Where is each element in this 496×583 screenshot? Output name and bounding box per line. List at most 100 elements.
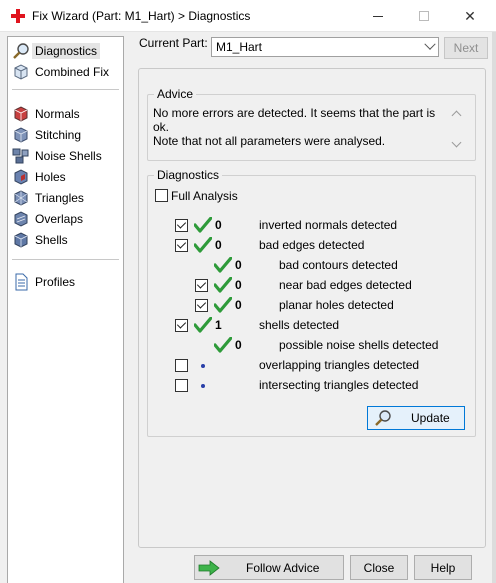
sidebar-item-label: Shells (35, 233, 68, 247)
next-button[interactable]: Next (444, 37, 488, 59)
green-check-icon (194, 217, 212, 233)
window-title: Fix Wizard (Part: M1_Hart) > Diagnostics (32, 9, 251, 23)
full-analysis-label: Full Analysis (171, 189, 238, 203)
checkmark-icon (176, 219, 187, 229)
noise-shells-label: possible noise shells detected (279, 338, 439, 352)
sidebar-item-shells[interactable]: Shells (12, 230, 122, 250)
green-check-icon (194, 237, 212, 253)
overlaps-cube-icon (14, 211, 28, 227)
close-button-label: Close (363, 560, 395, 575)
normals-cube-icon (14, 106, 28, 122)
green-check-icon (214, 257, 232, 273)
close-icon: ✕ (464, 7, 476, 24)
noise-shells-icon (12, 148, 29, 164)
bad-contours-count: 0 (235, 258, 242, 272)
follow-advice-label: Follow Advice (246, 560, 320, 575)
inverted-normals-label: inverted normals detected (259, 218, 398, 232)
green-check-icon (214, 337, 232, 353)
update-button-label: Update (411, 411, 450, 425)
advice-scrollbar[interactable] (450, 106, 464, 154)
help-button-label: Help (430, 560, 456, 575)
shells-label: shells detected (259, 318, 340, 332)
update-button[interactable]: Update (367, 406, 465, 430)
window-edge (492, 32, 496, 583)
sidebar-item-label: Diagnostics (32, 43, 101, 59)
near-bad-edges-count: 0 (235, 278, 242, 292)
sidebar-item-combined-fix[interactable]: Combined Fix (12, 62, 122, 82)
triangles-cube-icon (14, 190, 28, 206)
checkmark-icon (176, 319, 187, 329)
green-check-icon (194, 317, 212, 333)
checkmark-icon (176, 239, 187, 249)
checkmark-icon (196, 279, 207, 289)
green-check-icon (214, 277, 232, 293)
red-cross-app-icon (11, 9, 25, 23)
green-check-icon (214, 297, 232, 313)
planar-holes-label: planar holes detected (279, 298, 394, 312)
full-analysis-checkbox[interactable] (155, 189, 168, 202)
near-bad-edges-label: near bad edges detected (279, 278, 412, 292)
sidebar-item-label: Stitching (35, 128, 82, 142)
scroll-up-icon (451, 110, 462, 121)
magnifier-icon (13, 43, 29, 59)
sidebar-item-label: Combined Fix (35, 65, 110, 79)
shells-checkbox[interactable] (175, 319, 188, 332)
follow-advice-button[interactable]: Follow Advice (194, 555, 344, 580)
sidebar-item-triangles[interactable]: Triangles (12, 188, 122, 208)
maximize-button[interactable] (414, 6, 434, 26)
advice-title: Advice (154, 87, 197, 101)
sidebar-item-label: Holes (35, 170, 66, 184)
close-button[interactable]: Close (350, 555, 408, 580)
current-part-select[interactable]: M1_Hart (211, 37, 439, 57)
diagnostics-title: Diagnostics (154, 168, 223, 182)
sidebar-item-noise-shells[interactable]: Noise Shells (12, 146, 122, 166)
help-button[interactable]: Help (414, 555, 472, 580)
overlapping-triangles-label: overlapping triangles detected (259, 358, 420, 372)
current-part-value: M1_Hart (216, 40, 263, 54)
near-bad-edges-checkbox[interactable] (195, 279, 208, 292)
sidebar-divider (12, 259, 119, 260)
advice-line: Note that not all parameters were analys… (153, 134, 386, 148)
sidebar-item-stitching[interactable]: Stitching (12, 125, 122, 145)
holes-cube-icon (14, 169, 28, 185)
shells-count: 1 (215, 318, 222, 332)
minimize-icon (373, 15, 383, 17)
sidebar-item-profiles[interactable]: Profiles (12, 272, 122, 292)
chevron-down-icon (424, 38, 436, 50)
sidebar-item-overlaps[interactable]: Overlaps (12, 209, 122, 229)
magnifier-icon (375, 410, 391, 426)
sidebar-item-holes[interactable]: Holes (12, 167, 122, 187)
minimize-button[interactable] (368, 6, 388, 26)
advice-line: No more errors are detected. It seems th… (153, 106, 436, 134)
bad-contours-label: bad contours detected (279, 258, 398, 272)
advice-text: No more errors are detected. It seems th… (153, 106, 448, 156)
sidebar-item-normals[interactable]: Normals (12, 104, 122, 124)
shells-cube-icon (14, 232, 28, 248)
scroll-down-icon (451, 137, 462, 148)
sidebar-item-label: Normals (35, 107, 80, 121)
planar-holes-checkbox[interactable] (195, 299, 208, 312)
planar-holes-count: 0 (235, 298, 242, 312)
noise-shells-count: 0 (235, 338, 242, 352)
document-icon (15, 273, 28, 291)
current-part-label: Current Part: (139, 36, 208, 50)
bad-edges-checkbox[interactable] (175, 239, 188, 252)
intersecting-triangles-label: intersecting triangles detected (259, 378, 419, 392)
inverted-normals-checkbox[interactable] (175, 219, 188, 232)
close-window-button[interactable]: ✕ (460, 6, 480, 26)
sidebar: Diagnostics Combined Fix Normals Stitchi… (7, 36, 124, 583)
sidebar-divider (12, 89, 119, 90)
stitching-cube-icon (14, 127, 28, 143)
overlapping-triangles-checkbox[interactable] (175, 359, 188, 372)
bad-edges-count: 0 (215, 238, 222, 252)
sidebar-item-label: Noise Shells (35, 149, 102, 163)
sidebar-item-label: Overlaps (35, 212, 84, 226)
inverted-normals-count: 0 (215, 218, 222, 232)
title-bar: Fix Wizard (Part: M1_Hart) > Diagnostics… (0, 0, 496, 32)
sidebar-item-diagnostics[interactable]: Diagnostics (12, 41, 122, 61)
sidebar-item-label: Triangles (35, 191, 84, 205)
next-button-label: Next (453, 41, 479, 55)
intersecting-triangles-checkbox[interactable] (175, 379, 188, 392)
sidebar-item-label: Profiles (35, 275, 76, 289)
cube-icon (14, 64, 28, 80)
